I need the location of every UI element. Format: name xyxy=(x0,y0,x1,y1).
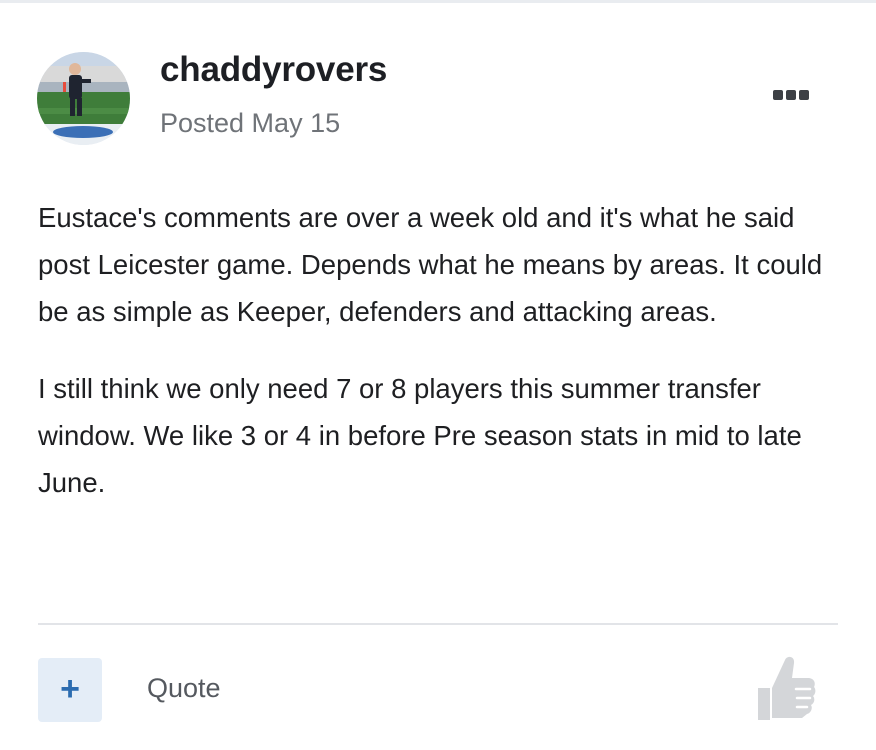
quote-button[interactable]: Quote xyxy=(147,673,221,704)
more-options-button[interactable] xyxy=(768,82,814,108)
thumbs-up-icon xyxy=(758,656,816,720)
post-paragraph: Eustace's comments are over a week old a… xyxy=(38,202,823,327)
post-content: Eustace's comments are over a week old a… xyxy=(38,194,848,536)
username[interactable]: chaddyrovers xyxy=(160,50,387,90)
divider xyxy=(38,623,838,625)
like-button[interactable] xyxy=(752,652,818,726)
plus-icon: + xyxy=(60,670,80,708)
post-date[interactable]: Posted May 15 xyxy=(160,108,340,139)
avatar-image xyxy=(37,52,130,145)
more-options-icon xyxy=(773,90,809,100)
multiquote-button[interactable]: + xyxy=(38,658,102,722)
post-paragraph: I still think we only need 7 or 8 player… xyxy=(38,373,802,498)
forum-post: chaddyrovers Posted May 15 Eustace's com… xyxy=(0,0,876,750)
avatar[interactable] xyxy=(37,52,130,145)
